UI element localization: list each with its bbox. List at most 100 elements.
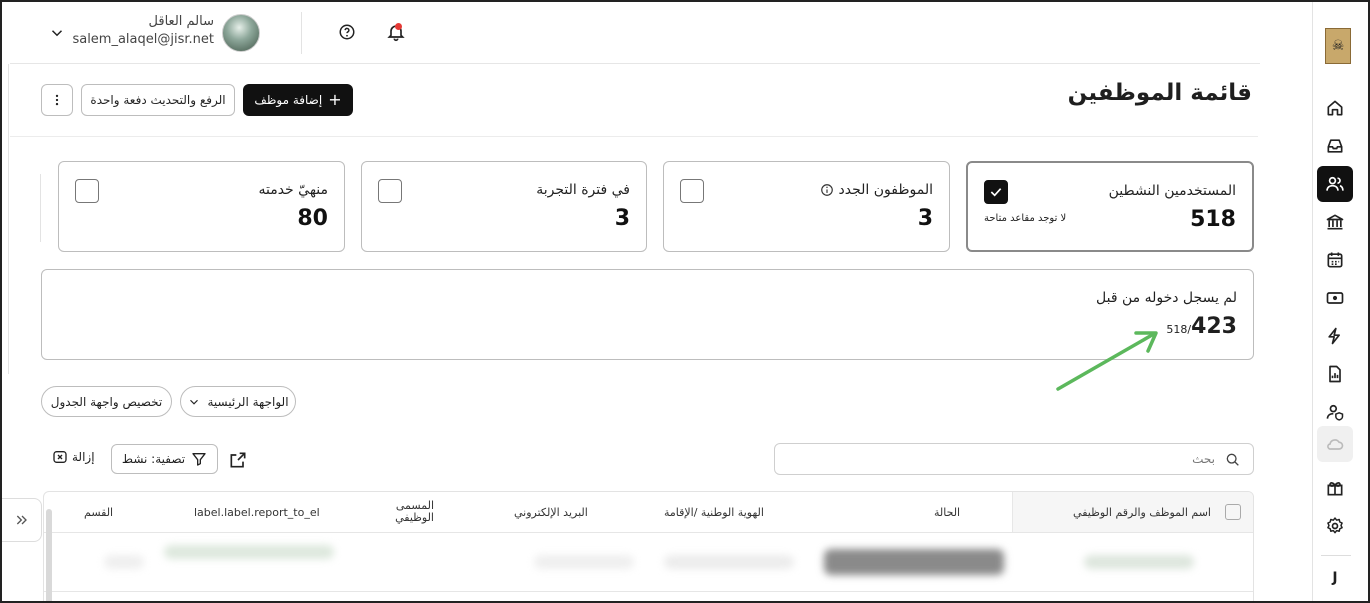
card-value: 518 [1190,207,1236,232]
card-checkbox[interactable] [75,179,99,203]
view-select-label: الواجهة الرئيسية [207,394,289,409]
info-icon[interactable] [820,183,834,197]
card-label-text: الموظفون الجدد [838,182,933,198]
card-new-employees[interactable]: الموظفون الجدد 3 [663,161,950,252]
divider [44,591,1253,592]
table-header-cell: الهوية الوطنية /الإقامة [664,492,794,532]
kebab-menu-icon [55,94,59,106]
card-label: في فترة التجربة [536,182,630,198]
cloud-icon [1327,439,1344,450]
sidebar-item-cloud[interactable] [1317,426,1353,462]
user-shield-icon [1326,404,1344,421]
bulk-upload-button[interactable]: الرفع والتحديث دفعة واحدة [81,84,235,116]
view-select[interactable]: الواجهة الرئيسية [180,386,296,417]
sidebar-item-home[interactable] [1317,90,1353,126]
card-label: لم يسجل دخوله من قبل [1096,290,1237,306]
blurred-cell [534,555,634,569]
filter-button[interactable]: تصفية: نشط [111,444,218,474]
app-frame: salem_alaqel@jisr.net سالم العاقل قائمة … [0,0,1370,603]
customize-table-label: تخصيص واجهة الجدول [50,394,163,409]
cash-icon [1326,292,1344,304]
workspace-initial[interactable]: J [1317,570,1353,586]
search-box[interactable] [774,443,1254,475]
blurred-cell [664,555,794,569]
check-icon [990,188,1002,197]
gear-icon [1327,517,1343,534]
add-employee-button[interactable]: + إضافة موظف [243,84,353,116]
expand-panel-button[interactable] [2,498,42,542]
bulk-upload-label: الرفع والتحديث دفعة واحدة [90,93,226,107]
card-active-users[interactable]: المستخدمين النشطين 518 لا توجد مقاعد متا… [966,161,1254,252]
more-options-button[interactable] [41,84,73,116]
card-value: 3 [917,206,933,231]
column-header: الحالة [934,505,961,519]
vertical-scrollbar[interactable] [46,509,52,601]
card-probation[interactable]: في فترة التجربة 3 [361,161,647,252]
card-value: 80 [297,206,328,231]
help-icon[interactable] [338,23,356,41]
divider [10,136,1258,137]
plus-icon: + [328,90,342,109]
card-value: 518/423 [1166,314,1237,339]
divider [8,64,9,374]
page-title: قائمة الموظفين [1067,80,1252,106]
top-bar: salem_alaqel@jisr.net سالم العاقل [10,2,1260,64]
select-all-checkbox[interactable] [1225,504,1241,520]
sidebar-item-user-settings[interactable] [1317,394,1353,430]
search-input[interactable] [795,450,1215,468]
card-total: 518/ [1166,323,1192,336]
user-name: سالم العاقل [148,14,214,29]
sidebar-item-automation[interactable] [1317,318,1353,354]
company-logo[interactable]: ☠ [1325,28,1351,64]
chevron-down-icon [190,399,199,405]
sidebar-item-employees[interactable] [1317,166,1353,202]
notification-dot [395,23,402,30]
double-chevron-right-icon [16,515,27,525]
gift-icon [1327,482,1343,496]
filter-label: تصفية: نشط [121,452,186,466]
sidebar-item-calendar[interactable] [1317,242,1353,278]
sidebar-item-organization[interactable] [1317,204,1353,240]
sidebar-item-benefits[interactable] [1317,470,1353,506]
card-note: لا توجد مقاعد متاحة [984,213,1067,224]
divider [1321,555,1351,556]
add-employee-label: إضافة موظف [254,93,323,107]
card-count: 423 [1191,314,1237,339]
card-label: الموظفون الجدد [820,182,933,198]
table-header-cell: الحالة [934,492,1012,532]
inbox-icon [1327,139,1343,153]
table-header-cell: المسمى الوظيفي [384,492,434,532]
avatar[interactable] [222,14,260,52]
column-header: اسم الموظف والرقم الوظيفي [1073,505,1211,519]
column-header: الهوية الوطنية /الإقامة [664,505,764,519]
sidebar-item-inbox[interactable] [1317,128,1353,164]
sidebar-item-payroll[interactable] [1317,280,1353,316]
users-icon [1326,176,1344,191]
customize-table-button[interactable]: تخصيص واجهة الجدول [41,386,172,417]
calendar-icon [1327,252,1343,268]
table-header-cell: اسم الموظف والرقم الوظيفي [1012,492,1253,532]
sidebar: ☠ J [1312,2,1368,601]
lightning-icon [1328,327,1340,345]
divider [301,12,302,54]
card-value: 3 [614,206,630,231]
table-header-cell: القسم [84,492,154,532]
column-header: label.label.report_to_el [194,505,320,519]
card-checkbox[interactable] [378,179,402,203]
user-email: salem_alaqel@jisr.net [72,32,214,47]
sidebar-item-reports[interactable] [1317,356,1353,392]
remove-filter-button[interactable]: إزالة [52,449,95,465]
card-terminated[interactable]: منهيّ خدمته 80 [58,161,345,252]
card-checkbox[interactable] [984,180,1008,204]
annotation-arrow-icon [1056,331,1158,391]
remove-filter-label: إزالة [72,450,95,464]
filter-icon [192,453,206,466]
chevron-down-icon[interactable] [48,24,66,42]
card-checkbox[interactable] [680,179,704,203]
table-row[interactable] [44,533,1253,591]
blurred-cell [1084,555,1194,569]
home-icon [1327,100,1343,116]
column-header: البريد الإلكتروني [514,505,588,519]
sidebar-item-settings[interactable] [1317,508,1353,544]
export-icon[interactable] [228,450,248,470]
